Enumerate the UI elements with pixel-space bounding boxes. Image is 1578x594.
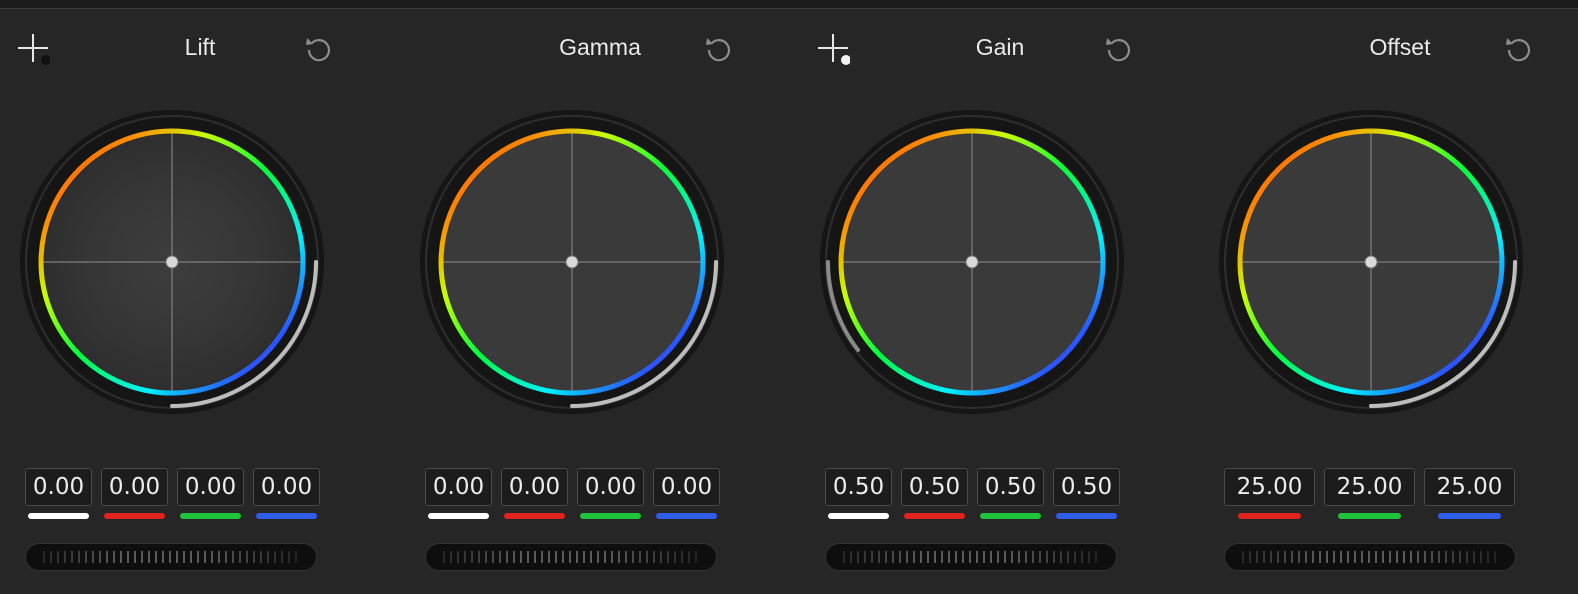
gain-panel: Gain 0.50 0.50 0.50 0.50 bbox=[800, 8, 1200, 594]
gain-reset-icon[interactable] bbox=[1104, 34, 1134, 64]
lift-color-wheel[interactable] bbox=[18, 108, 326, 421]
lift-panel: Lift 0.00 0.00 0.00 0.00 bbox=[0, 8, 400, 594]
gamma-color-wheel[interactable] bbox=[418, 108, 726, 421]
lift-value-fields: 0.00 0.00 0.00 0.00 bbox=[25, 468, 320, 519]
lift-b-field[interactable]: 0.00 bbox=[253, 468, 320, 506]
gamma-g-indicator bbox=[580, 513, 641, 519]
gain-r-field[interactable]: 0.50 bbox=[901, 468, 968, 506]
gamma-reset-icon[interactable] bbox=[704, 34, 734, 64]
gamma-g-field[interactable]: 0.00 bbox=[577, 468, 644, 506]
offset-b-indicator bbox=[1438, 513, 1501, 519]
lift-b-indicator bbox=[256, 513, 317, 519]
offset-reset-icon[interactable] bbox=[1504, 34, 1534, 64]
gamma-value-fields: 0.00 0.00 0.00 0.00 bbox=[425, 468, 720, 519]
gain-g-indicator bbox=[980, 513, 1041, 519]
offset-value-fields: 25.00 25.00 25.00 bbox=[1224, 468, 1515, 519]
gamma-b-indicator bbox=[656, 513, 717, 519]
offset-g-indicator bbox=[1338, 513, 1401, 519]
gain-color-wheel[interactable] bbox=[818, 108, 1126, 421]
offset-r-field[interactable]: 25.00 bbox=[1224, 468, 1315, 506]
lift-reset-icon[interactable] bbox=[304, 34, 334, 64]
gamma-r-field[interactable]: 0.00 bbox=[501, 468, 568, 506]
gain-title: Gain bbox=[975, 34, 1025, 60]
lift-g-indicator bbox=[180, 513, 241, 519]
offset-master-wheel[interactable] bbox=[1224, 543, 1516, 571]
offset-panel: Offset 25.00 25.00 25.00 bbox=[1200, 8, 1578, 594]
offset-color-wheel[interactable] bbox=[1217, 108, 1525, 421]
gamma-y-field[interactable]: 0.00 bbox=[425, 468, 492, 506]
gamma-title: Gamma bbox=[559, 34, 641, 60]
offset-g-field[interactable]: 25.00 bbox=[1324, 468, 1415, 506]
offset-b-field[interactable]: 25.00 bbox=[1424, 468, 1515, 506]
gain-b-indicator bbox=[1056, 513, 1117, 519]
gain-y-indicator bbox=[828, 513, 889, 519]
lift-r-indicator bbox=[104, 513, 165, 519]
gain-y-field[interactable]: 0.50 bbox=[825, 468, 892, 506]
gain-master-wheel[interactable] bbox=[825, 543, 1117, 571]
gamma-master-wheel[interactable] bbox=[425, 543, 717, 571]
lift-master-wheel[interactable] bbox=[25, 543, 317, 571]
offset-r-indicator bbox=[1238, 513, 1301, 519]
gamma-r-indicator bbox=[504, 513, 565, 519]
lift-y-indicator bbox=[28, 513, 89, 519]
gamma-panel: Gamma 0.00 0.00 0.00 0.00 bbox=[400, 8, 800, 594]
lift-g-field[interactable]: 0.00 bbox=[177, 468, 244, 506]
lift-title: Lift bbox=[184, 34, 216, 60]
gamma-y-indicator bbox=[428, 513, 489, 519]
gain-value-fields: 0.50 0.50 0.50 0.50 bbox=[825, 468, 1120, 519]
lift-y-field[interactable]: 0.00 bbox=[25, 468, 92, 506]
gain-r-indicator bbox=[904, 513, 965, 519]
gain-b-field[interactable]: 0.50 bbox=[1053, 468, 1120, 506]
lift-r-field[interactable]: 0.00 bbox=[101, 468, 168, 506]
gain-g-field[interactable]: 0.50 bbox=[977, 468, 1044, 506]
gamma-b-field[interactable]: 0.00 bbox=[653, 468, 720, 506]
